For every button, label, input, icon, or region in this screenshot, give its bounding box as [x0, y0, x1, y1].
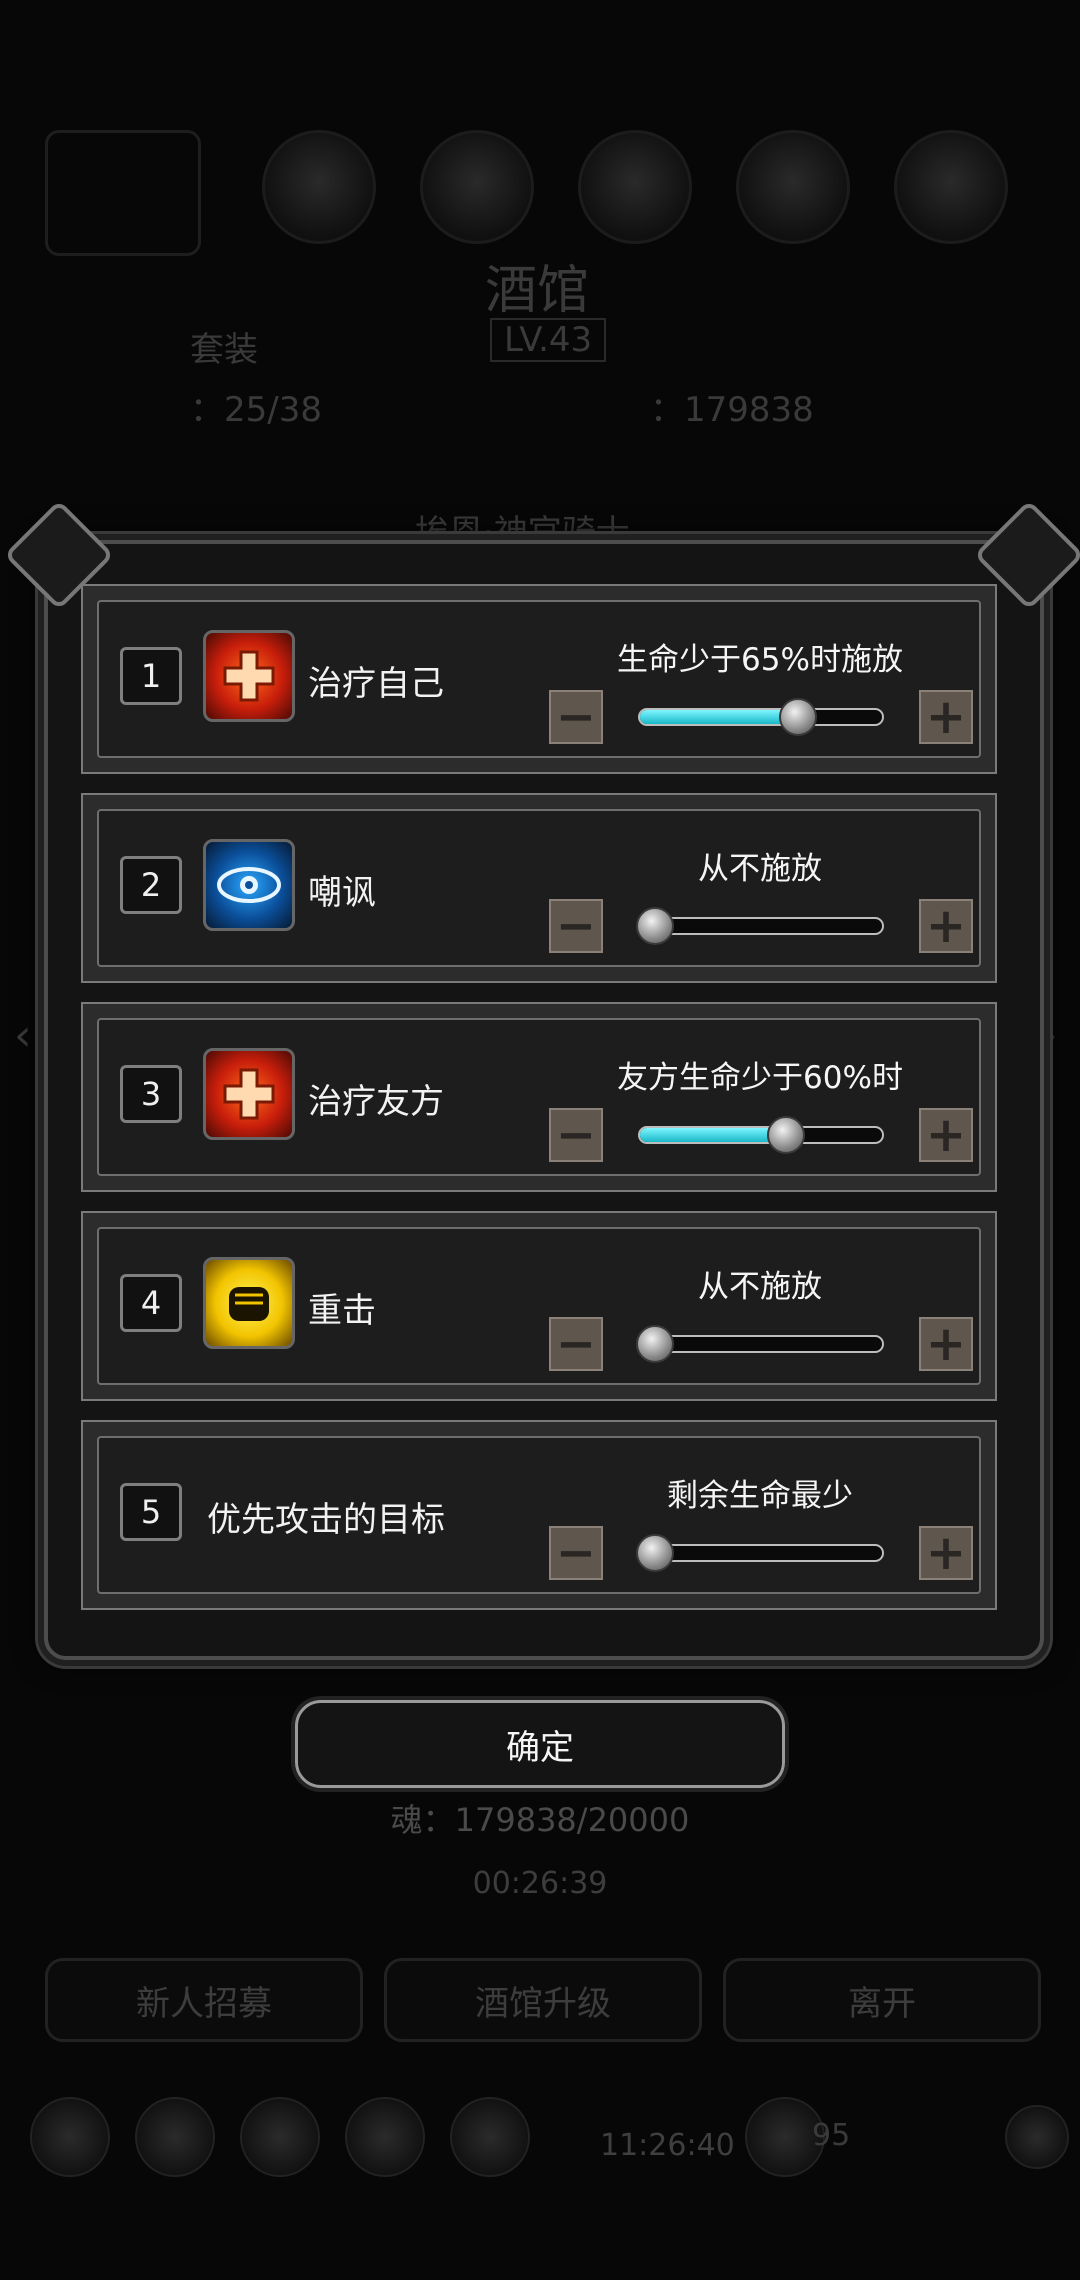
skill-name-label: 重击 — [308, 1291, 376, 1331]
bg-nav-icon — [240, 2097, 320, 2177]
bg-hero-slot — [262, 130, 376, 244]
condition-label: 剩余生命最少 — [667, 1478, 853, 1514]
condition-label: 生命少于65%时施放 — [617, 642, 903, 678]
bg-title: 酒馆 — [485, 261, 590, 321]
bg-timer: 00:26:39 — [472, 1866, 608, 1901]
bg-nav-icon — [30, 2097, 110, 2177]
minus-icon: − — [555, 1525, 597, 1581]
threshold-slider-track[interactable] — [638, 917, 884, 935]
increase-button[interactable]: + — [919, 1108, 973, 1162]
plus-icon: + — [925, 1525, 967, 1581]
row-number-badge: 3 — [120, 1065, 182, 1123]
bg-hero-slot — [578, 130, 692, 244]
bg-level: LV.43 — [490, 318, 607, 362]
confirm-button[interactable]: 确定 — [295, 1700, 785, 1788]
row-number-badge: 2 — [120, 856, 182, 914]
skill-name-label: 嘲讽 — [308, 873, 376, 913]
heal-icon — [203, 1048, 295, 1140]
bg-left-arrow-icon: ‹ — [14, 1010, 32, 1061]
bg-soul-counter: 魂：179838/20000 — [390, 1801, 690, 1839]
increase-button[interactable]: + — [919, 1526, 973, 1580]
row-number-badge: 1 — [120, 647, 182, 705]
bg-left-label: 套装 — [190, 330, 258, 370]
minus-icon: − — [555, 1316, 597, 1372]
threshold-slider-track[interactable] — [638, 1335, 884, 1353]
condition-label: 从不施放 — [698, 851, 822, 887]
bg-count: 95 — [812, 2118, 851, 2153]
bg-stat-left: ：25/38 — [190, 390, 322, 430]
bg-nav-icon — [345, 2097, 425, 2177]
bg-hero-slot — [736, 130, 850, 244]
decrease-button[interactable]: − — [549, 1526, 603, 1580]
slider-fill — [640, 710, 798, 724]
decrease-button[interactable]: − — [549, 1108, 603, 1162]
decrease-button[interactable]: − — [549, 899, 603, 953]
threshold-slider-track[interactable] — [638, 1544, 884, 1562]
bg-hero-slot — [420, 130, 534, 244]
row-number-badge: 4 — [120, 1274, 182, 1332]
bg-recruit-button: 新人招募 — [45, 1958, 363, 2042]
bg-nav-icon — [135, 2097, 215, 2177]
plus-icon: + — [925, 1107, 967, 1163]
slider-handle[interactable] — [778, 698, 817, 736]
condition-label: 友方生命少于60%时 — [617, 1060, 903, 1096]
taunt-eye-icon — [203, 839, 295, 931]
minus-icon: − — [555, 1107, 597, 1163]
bg-nav-icon — [450, 2097, 530, 2177]
increase-button[interactable]: + — [919, 899, 973, 953]
fist-strike-icon — [203, 1257, 295, 1349]
slider-handle[interactable] — [766, 1116, 805, 1154]
decrease-button[interactable]: − — [549, 1317, 603, 1371]
decrease-button[interactable]: − — [549, 690, 603, 744]
bg-stat-right: ：179838 — [650, 390, 814, 430]
threshold-slider-track[interactable] — [638, 708, 884, 726]
plus-icon: + — [925, 689, 967, 745]
threshold-slider-track[interactable] — [638, 1126, 884, 1144]
bg-clock: 11:26:40 — [600, 2128, 735, 2163]
condition-label: 从不施放 — [698, 1269, 822, 1305]
target-priority-label: 优先攻击的目标 — [207, 1500, 445, 1540]
increase-button[interactable]: + — [919, 690, 973, 744]
skill-name-label: 治疗自己 — [308, 664, 444, 704]
slider-fill — [640, 1128, 786, 1142]
slider-handle[interactable] — [636, 1325, 674, 1363]
minus-icon: − — [555, 689, 597, 745]
minus-icon: − — [555, 898, 597, 954]
plus-icon: + — [925, 1316, 967, 1372]
heal-icon — [203, 630, 295, 722]
skill-name-label: 治疗友方 — [308, 1082, 444, 1122]
bg-upgrade-button: 酒馆升级 — [384, 1958, 702, 2042]
bg-hero-slot — [894, 130, 1008, 244]
bg-leave-button: 离开 — [723, 1958, 1041, 2042]
bg-add-icon — [1005, 2105, 1069, 2169]
row-number-badge: 5 — [120, 1483, 182, 1541]
slider-handle[interactable] — [636, 907, 674, 945]
bg-portrait-frame — [45, 130, 201, 256]
slider-handle[interactable] — [636, 1534, 674, 1572]
increase-button[interactable]: + — [919, 1317, 973, 1371]
plus-icon: + — [925, 898, 967, 954]
